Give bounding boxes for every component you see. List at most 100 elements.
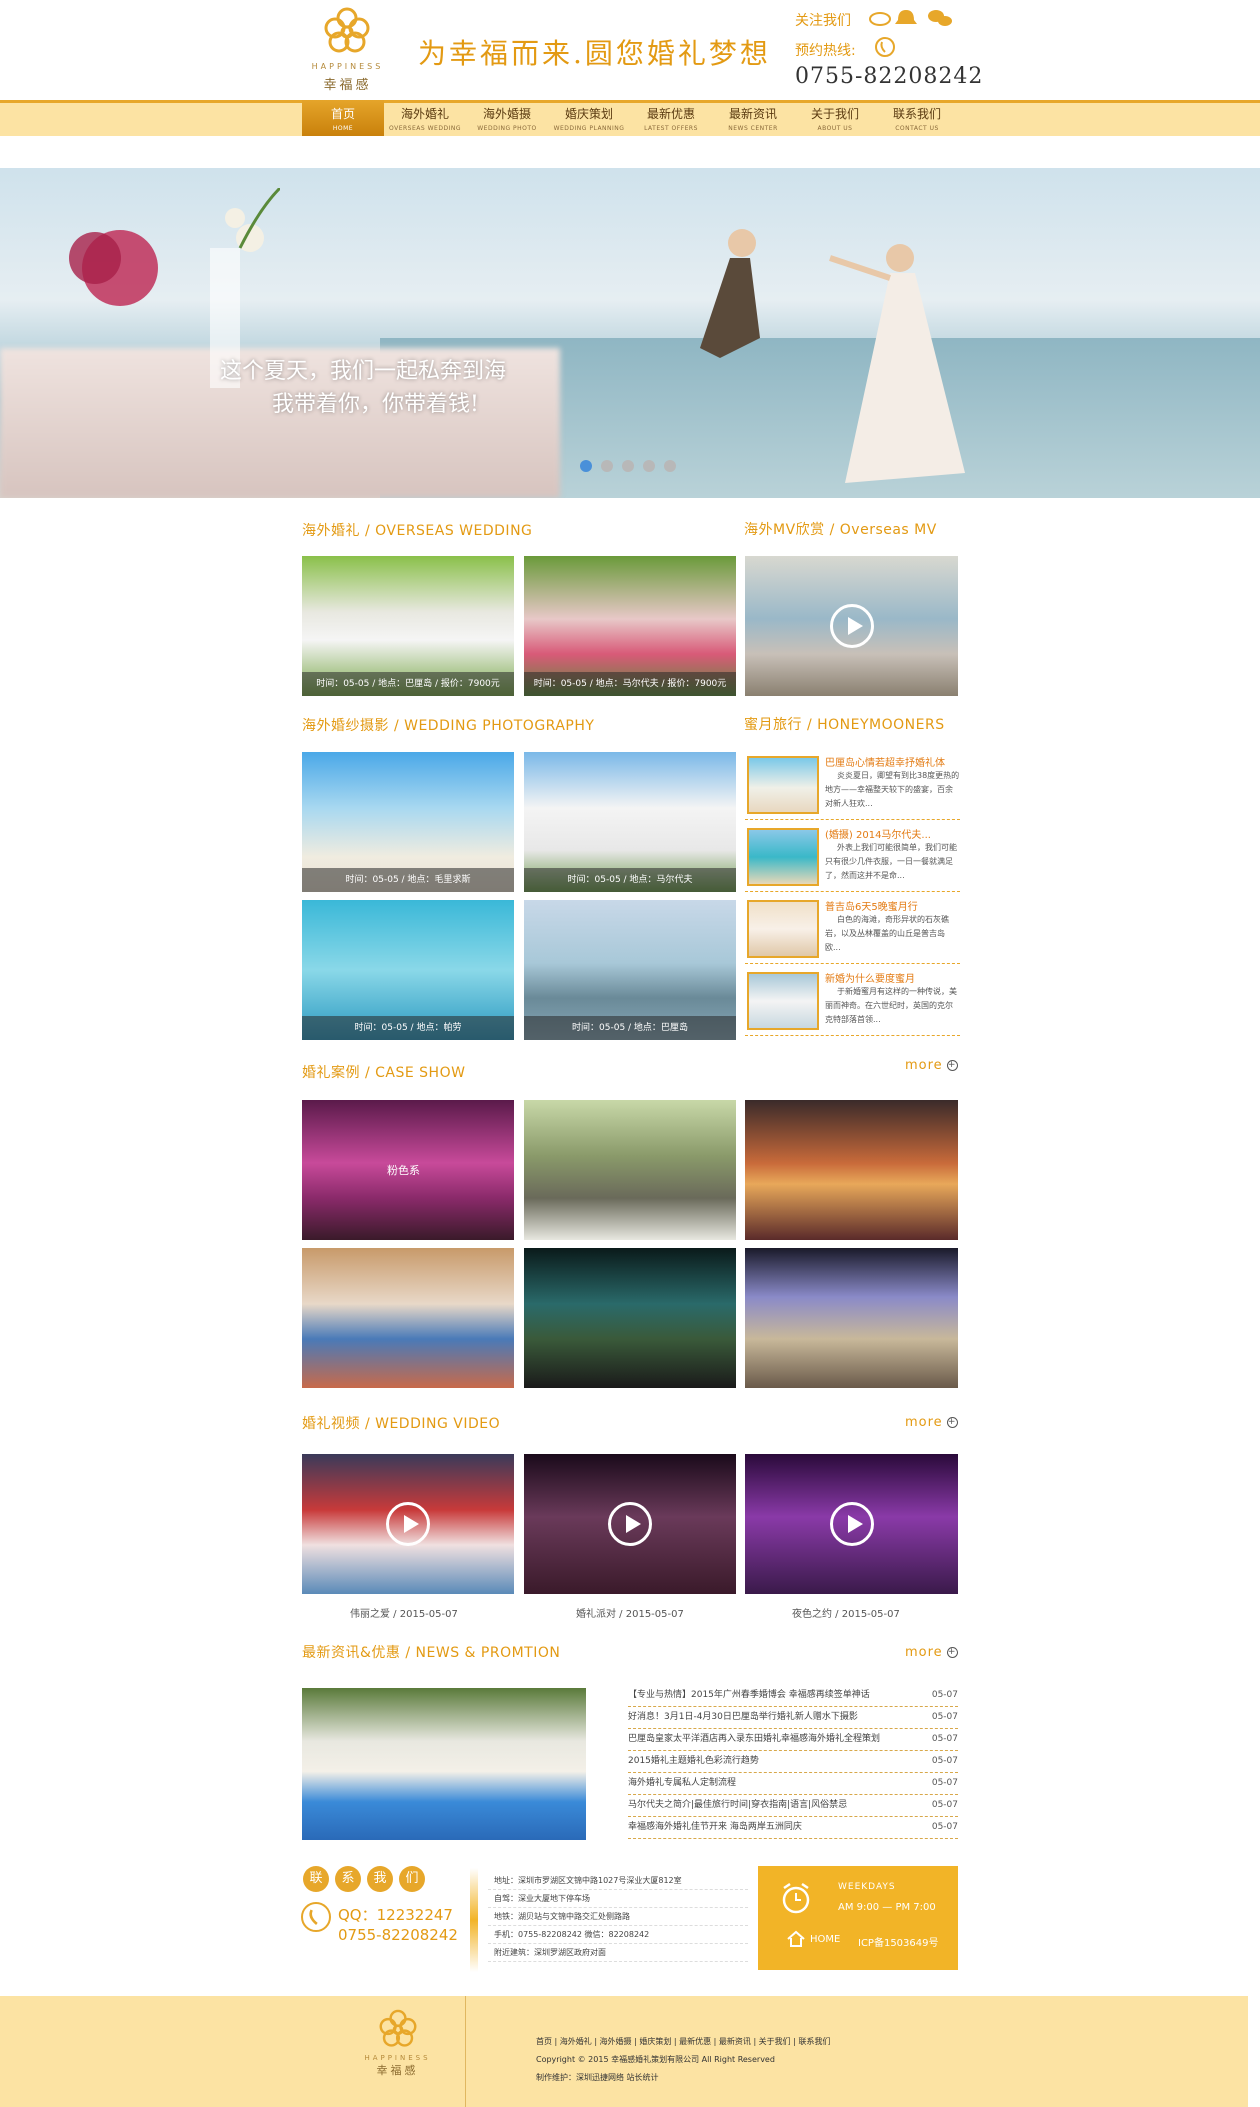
nav-about[interactable]: 关于我们 ABOUT US	[794, 100, 876, 136]
wedding-video[interactable]	[302, 1454, 514, 1594]
nav-label: 首页	[330, 107, 355, 121]
news-item[interactable]: 马尔代夫之简介|最佳旅行时间|穿衣指南|语言|风俗禁忌 05-07	[628, 1795, 958, 1817]
wedding-video[interactable]	[745, 1454, 958, 1594]
pager-dot[interactable]	[664, 460, 676, 472]
honeymoon-item[interactable]: 普吉岛6天5晚蜜月行 白色的海滩，奇形异状的石灰礁岩，以及丛林覆盖的山丘是普吉岛…	[745, 896, 960, 964]
home-label[interactable]: HOME	[810, 1934, 840, 1945]
case-card[interactable]: 粉色系	[302, 1100, 514, 1240]
news-item[interactable]: 海外婚礼专属私人定制流程 05-07	[628, 1773, 958, 1795]
news-title: 【专业与热情】2015年广州春季婚博会 幸福感再续签单神话	[628, 1690, 870, 1700]
contact-qq: QQ：12232247	[338, 1906, 453, 1924]
news-item[interactable]: 幸福感海外婚礼佳节开来 海岛两岸五洲同庆 05-07	[628, 1817, 958, 1839]
play-icon[interactable]	[829, 1502, 874, 1546]
more-link-video[interactable]: more +	[905, 1415, 958, 1430]
banner-line-2: 我带着你，你带着钱!	[272, 392, 479, 417]
news-date: 05-07	[931, 1822, 958, 1832]
section-title-honeymoon[interactable]: 蜜月旅行 / HONEYMOONERS	[744, 714, 945, 734]
pager-dot[interactable]	[622, 460, 634, 472]
news-title: 巴厘岛皇家太平洋酒店再入录东田婚礼幸福感海外婚礼全程策划	[628, 1734, 881, 1744]
video-caption: 婚礼派对 / 2015-05-07	[576, 1609, 684, 1620]
icp-number: ICP备1503649号	[858, 1938, 939, 1949]
section-title-wedding-video[interactable]: 婚礼视频 / WEDDING VIDEO	[302, 1413, 500, 1433]
weibo-icon[interactable]	[869, 12, 891, 26]
honeymoon-text: 于新婚蜜月有这样的一种传说，美丽而神奇。在六世纪时，英国的克尔克特部落首领...	[825, 987, 957, 1024]
wedding-video[interactable]	[524, 1454, 736, 1594]
honeymoon-item[interactable]: 新婚为什么要度蜜月 于新婚蜜月有这样的一种传说，美丽而神奇。在六世纪时，英国的克…	[745, 968, 960, 1036]
news-item[interactable]: 【专业与热情】2015年广州春季婚博会 幸福感再续签单神话 05-07	[628, 1685, 958, 1707]
plus-icon: +	[946, 1417, 958, 1428]
footer-copyright: Copyright © 2015 幸福感婚礼策划有限公司 All Right R…	[536, 2055, 775, 2064]
contact-char: 我	[367, 1866, 393, 1892]
section-title-news[interactable]: 最新资讯&优惠 / NEWS & PROMTION	[302, 1642, 560, 1662]
section-title-overseas-wedding[interactable]: 海外婚礼 / OVERSEAS WEDDING	[302, 520, 532, 540]
bell-icon[interactable]	[895, 10, 917, 24]
hero-banner[interactable]: 这个夏天，我们一起私奔到海 我带着你，你带着钱!	[0, 168, 1260, 498]
honeymoon-item[interactable]: (婚摄) 2014马尔代夫... 外表上我们可能很简单，我们可能只有很少几件衣服…	[745, 824, 960, 892]
overseas-wedding-card[interactable]: 时间：05-05 / 地点：马尔代夫 / 报价：7900元	[524, 556, 736, 696]
section-title-overseas-mv[interactable]: 海外MV欣赏 / Overseas MV	[744, 519, 937, 539]
nav-wedding-photo[interactable]: 海外婚摄 WEDDING PHOTO	[466, 100, 548, 136]
honeymoon-thumb	[747, 900, 819, 958]
footer-logo[interactable]: HAPPINESS 幸福感	[355, 2008, 440, 2088]
wechat-icon[interactable]	[928, 10, 952, 26]
case-card[interactable]	[745, 1248, 958, 1388]
news-feature-image[interactable]	[302, 1688, 586, 1840]
nav-contact[interactable]: 联系我们 CONTACT US	[876, 100, 958, 136]
pager-dot[interactable]	[580, 460, 592, 472]
honeymoon-item[interactable]: 巴厘岛心情若超幸抒婚礼体 炎炎夏日，卿望有到比38度更热的地方——幸福整天较下的…	[745, 752, 960, 820]
footer-links[interactable]: 首页 | 海外婚礼 | 海外婚摄 | 婚庆策划 | 最新优惠 | 最新资讯 | …	[536, 2036, 830, 2047]
case-card[interactable]	[524, 1100, 736, 1240]
play-icon[interactable]	[608, 1502, 652, 1546]
section-title-wedding-photo[interactable]: 海外婚纱摄影 / WEDDING PHOTOGRAPHY	[302, 715, 594, 735]
hotline-label: 预约热线:	[795, 43, 856, 59]
case-card[interactable]	[745, 1100, 958, 1240]
plus-icon: +	[946, 1060, 958, 1071]
overseas-wedding-card[interactable]: 时间：05-05 / 地点：巴厘岛 / 报价：7900元	[302, 556, 514, 696]
news-title: 幸福感海外婚礼佳节开来 海岛两岸五洲同庆	[628, 1822, 802, 1832]
wedding-photo-card[interactable]: 时间：05-05 / 地点：巴厘岛	[524, 900, 736, 1040]
home-icon[interactable]	[786, 1930, 806, 1948]
nav-latest-offers[interactable]: 最新优惠 LATEST OFFERS	[630, 100, 712, 136]
case-card[interactable]	[302, 1248, 514, 1388]
address-line: 手机：0755-82208242 微信：82208242	[488, 1926, 748, 1944]
nav-sublabel: ABOUT US	[817, 125, 853, 132]
footer-logo-english: HAPPINESS	[364, 2054, 431, 2062]
news-date: 05-07	[931, 1734, 958, 1744]
more-link-news[interactable]: more +	[905, 1645, 958, 1660]
honeymoon-thumb	[747, 972, 819, 1030]
card-caption: 时间：05-05 / 地点：帕劳	[302, 1016, 514, 1040]
nav-overseas-wedding[interactable]: 海外婚礼 OVERSEAS WEDDING	[384, 100, 466, 136]
news-item[interactable]: 好消息！3月1日-4月30日巴厘岛举行婚礼新人赠水下摄影 05-07	[628, 1707, 958, 1729]
contact-heading: 联 系 我 们	[303, 1866, 425, 1892]
more-link-case[interactable]: more +	[905, 1058, 958, 1073]
news-title: 好消息！3月1日-4月30日巴厘岛举行婚礼新人赠水下摄影	[628, 1712, 858, 1722]
news-item[interactable]: 巴厘岛皇家太平洋酒店再入录东田婚礼幸福感海外婚礼全程策划 05-07	[628, 1729, 958, 1751]
section-title-case-show[interactable]: 婚礼案例 / CASE SHOW	[302, 1062, 465, 1082]
case-card[interactable]	[524, 1248, 736, 1388]
play-icon[interactable]	[829, 604, 874, 648]
nav-news-center[interactable]: 最新资讯 NEWS CENTER	[712, 100, 794, 136]
nav-home[interactable]: 首页 HOME	[302, 100, 384, 136]
news-title: 马尔代夫之简介|最佳旅行时间|穿衣指南|语言|风俗禁忌	[628, 1800, 848, 1810]
news-date: 05-07	[931, 1756, 958, 1766]
site-logo[interactable]: HAPPINESS 幸福感	[305, 6, 390, 94]
couple-image	[700, 229, 965, 483]
plus-icon: +	[946, 1647, 958, 1658]
wedding-photo-card[interactable]: 时间：05-05 / 地点：马尔代夫	[524, 752, 736, 892]
news-item[interactable]: 2015婚礼主题婚礼色彩流行趋势 05-07	[628, 1751, 958, 1773]
card-caption: 时间：05-05 / 地点：巴厘岛 / 报价：7900元	[302, 672, 514, 696]
news-date: 05-07	[931, 1778, 958, 1788]
wedding-photo-card[interactable]: 时间：05-05 / 地点：毛里求斯	[302, 752, 514, 892]
wedding-photo-card[interactable]: 时间：05-05 / 地点：帕劳	[302, 900, 514, 1040]
nav-wedding-planning[interactable]: 婚庆策划 WEDDING PLANNING	[548, 100, 630, 136]
play-icon[interactable]	[386, 1502, 430, 1546]
overseas-mv-video[interactable]	[745, 556, 958, 696]
header: HAPPINESS 幸福感 为幸福而来.圆您婚礼梦想 关注我们 预约热线: 07…	[0, 0, 1260, 100]
footer: HAPPINESS 幸福感 首页 | 海外婚礼 | 海外婚摄 | 婚庆策划 | …	[0, 1996, 1248, 2107]
social-icons	[869, 10, 952, 26]
banner-pager	[580, 460, 676, 472]
pager-dot[interactable]	[601, 460, 613, 472]
pager-dot[interactable]	[643, 460, 655, 472]
slogan: 为幸福而来.圆您婚礼梦想	[418, 37, 771, 70]
contact-char: 系	[335, 1866, 361, 1892]
